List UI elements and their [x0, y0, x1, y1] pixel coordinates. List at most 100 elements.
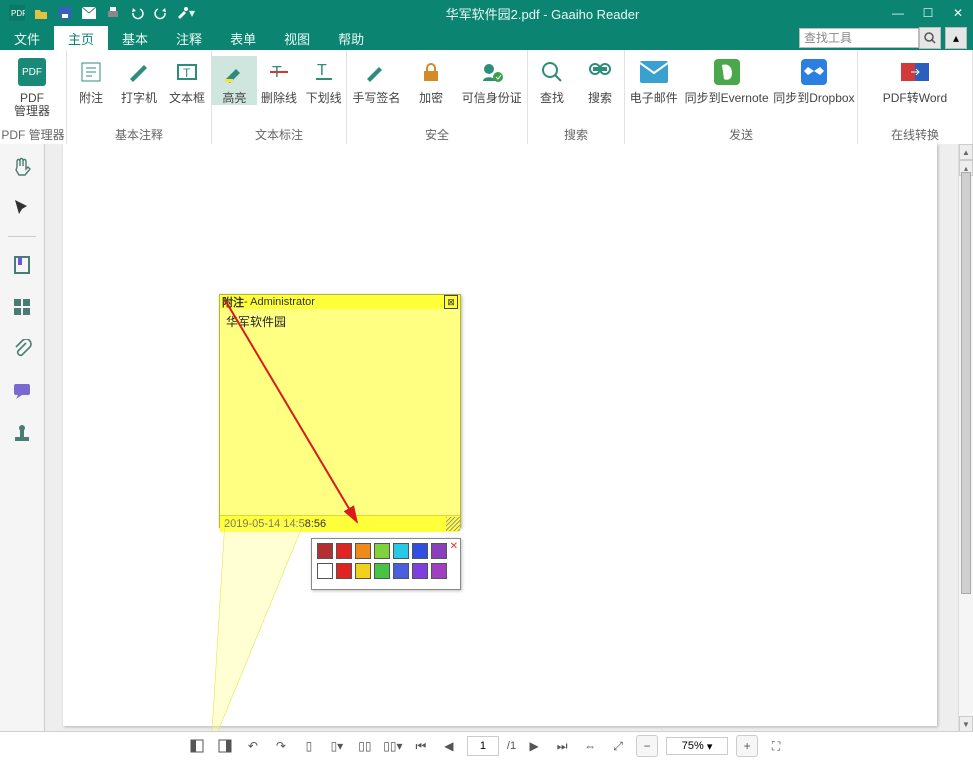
- svg-text:PDF: PDF: [22, 67, 42, 78]
- maximize-button[interactable]: ☐: [913, 0, 943, 26]
- ribbon-group-title: 在线转换: [858, 126, 972, 144]
- menu-comment[interactable]: 注释: [162, 26, 216, 50]
- panel-thumbnails-icon[interactable]: [8, 293, 36, 321]
- color-swatch[interactable]: [336, 543, 352, 559]
- ribbon-group-title: 搜索: [528, 126, 624, 144]
- status-facing-icon[interactable]: ▯▯: [355, 736, 375, 756]
- search-tools-button[interactable]: [919, 27, 941, 49]
- scroll-up-button[interactable]: ▲: [959, 144, 973, 160]
- menu-home[interactable]: 主页: [54, 26, 108, 50]
- qat-mail-icon[interactable]: [78, 3, 100, 23]
- panel-stamps-icon[interactable]: [8, 419, 36, 447]
- menubar: 文件 主页 基本 注释 表单 视图 帮助 查找工具 ▴: [0, 26, 973, 50]
- status-facing-cont-icon[interactable]: ▯▯▾: [383, 736, 403, 756]
- color-swatch[interactable]: [374, 563, 390, 579]
- color-swatch[interactable]: [336, 563, 352, 579]
- zoom-out-button[interactable]: −: [636, 735, 658, 757]
- ribbon-highlight[interactable]: 高亮: [212, 56, 257, 105]
- color-swatch[interactable]: [374, 543, 390, 559]
- status-rotate-left-icon[interactable]: ↶: [243, 736, 263, 756]
- ribbon-group-title: 安全: [347, 126, 527, 144]
- panel-comments-icon[interactable]: [8, 377, 36, 405]
- ribbon-underline[interactable]: T下划线: [301, 56, 346, 105]
- color-swatch[interactable]: [393, 563, 409, 579]
- ribbon-encrypt[interactable]: 加密: [406, 56, 457, 105]
- scroll-down-button[interactable]: ▼: [959, 716, 973, 732]
- menu-view[interactable]: 视图: [270, 26, 324, 50]
- ribbon-signature[interactable]: 手写签名: [347, 56, 406, 105]
- ribbon-textbox[interactable]: T文本框: [163, 56, 211, 105]
- ribbon-typewriter[interactable]: 打字机: [115, 56, 163, 105]
- color-swatch[interactable]: [431, 543, 447, 559]
- ribbon-dropbox[interactable]: 同步到Dropbox: [771, 56, 857, 105]
- ribbon-email[interactable]: 电子邮件: [625, 56, 683, 105]
- last-page-button[interactable]: ⏭: [552, 736, 572, 756]
- ribbon: PDFPDF 管理器 PDF 管理器 附注 打字机 T文本框 基本注释 高亮 T…: [0, 50, 973, 145]
- color-swatch[interactable]: [393, 543, 409, 559]
- sticky-note[interactable]: 附注 - Administrator ⊠ 华军软件园 2019-05-14 14…: [219, 294, 461, 528]
- first-page-button[interactable]: ⏮: [411, 736, 431, 756]
- sticky-header[interactable]: 附注 - Administrator ⊠: [220, 295, 460, 309]
- prev-page-button[interactable]: ◀: [439, 736, 459, 756]
- fullscreen-icon[interactable]: ⛶: [766, 736, 786, 756]
- color-swatch[interactable]: [355, 543, 371, 559]
- status-layout1-icon[interactable]: [187, 736, 207, 756]
- status-continuous-icon[interactable]: ▯▾: [327, 736, 347, 756]
- menu-help[interactable]: 帮助: [324, 26, 378, 50]
- titlebar: PDF ▾ 华军软件园2.pdf - Gaaiho Reader — ☐ ✕: [0, 0, 973, 26]
- qat-undo-icon[interactable]: [126, 3, 148, 23]
- vertical-scrollbar[interactable]: ▲ ▴ ▼: [958, 144, 973, 732]
- qat-redo-icon[interactable]: [150, 3, 172, 23]
- panel-bookmarks-icon[interactable]: [8, 251, 36, 279]
- ribbon-search[interactable]: 搜索: [576, 56, 624, 105]
- ribbon-find[interactable]: 查找: [528, 56, 576, 105]
- svg-text:T: T: [183, 66, 191, 80]
- search-toolbar: 查找工具 ▴: [799, 26, 973, 50]
- color-swatch[interactable]: [317, 563, 333, 579]
- status-rotate-right-icon[interactable]: ↷: [271, 736, 291, 756]
- qat-save-icon[interactable]: [54, 3, 76, 23]
- palette-close-icon[interactable]: ✕: [450, 541, 458, 552]
- ribbon-note[interactable]: 附注: [67, 56, 115, 105]
- ribbon-trusted-id[interactable]: 可信身份证: [457, 56, 527, 105]
- color-swatch[interactable]: [317, 543, 333, 559]
- color-swatch[interactable]: [431, 563, 447, 579]
- menu-form[interactable]: 表单: [216, 26, 270, 50]
- menu-file[interactable]: 文件: [0, 26, 54, 50]
- menu-basic[interactable]: 基本: [108, 26, 162, 50]
- sticky-footer: 2019-05-14 14:58:56: [220, 515, 460, 532]
- ribbon-strikethrough[interactable]: T删除线: [257, 56, 302, 105]
- tool-select-icon[interactable]: [8, 194, 36, 222]
- qat-print-icon[interactable]: [102, 3, 124, 23]
- ribbon-group-title: 文本标注: [212, 126, 346, 144]
- color-swatch[interactable]: [355, 563, 371, 579]
- ribbon-pdf-manager[interactable]: PDFPDF 管理器: [0, 56, 64, 118]
- fit-page-icon[interactable]: ⤢: [608, 736, 628, 756]
- qat-open-icon[interactable]: [30, 3, 52, 23]
- tool-hand-icon[interactable]: [8, 152, 36, 180]
- ribbon-collapse-button[interactable]: ▴: [945, 27, 967, 49]
- status-single-page-icon[interactable]: ▯: [299, 736, 319, 756]
- zoom-level[interactable]: 75% ▾: [666, 737, 728, 755]
- close-button[interactable]: ✕: [943, 0, 973, 26]
- svg-text:T: T: [317, 62, 327, 79]
- status-layout2-icon[interactable]: [215, 736, 235, 756]
- scroll-thumb[interactable]: [961, 172, 971, 594]
- next-page-button[interactable]: ▶: [524, 736, 544, 756]
- panel-attachments-icon[interactable]: [8, 335, 36, 363]
- ribbon-pdf-to-word[interactable]: PDF转Word: [878, 56, 952, 105]
- qat-tools-icon[interactable]: ▾: [174, 3, 196, 23]
- resize-grip-icon[interactable]: [446, 517, 460, 531]
- color-swatch[interactable]: [412, 543, 428, 559]
- minimize-button[interactable]: —: [883, 0, 913, 26]
- zoom-in-button[interactable]: +: [736, 735, 758, 757]
- fit-width-icon[interactable]: ⇔: [580, 736, 600, 756]
- sticky-body[interactable]: 华军软件园: [220, 309, 460, 515]
- color-swatch[interactable]: [412, 563, 428, 579]
- qat-pdf-icon[interactable]: PDF: [6, 3, 28, 23]
- canvas[interactable]: 附注 - Administrator ⊠ 华军软件园 2019-05-14 14…: [45, 144, 958, 732]
- ribbon-evernote[interactable]: 同步到Evernote: [683, 56, 771, 105]
- page-number-input[interactable]: [467, 736, 499, 756]
- search-tools-input[interactable]: 查找工具: [799, 28, 919, 48]
- sticky-close-icon[interactable]: ⊠: [444, 295, 458, 309]
